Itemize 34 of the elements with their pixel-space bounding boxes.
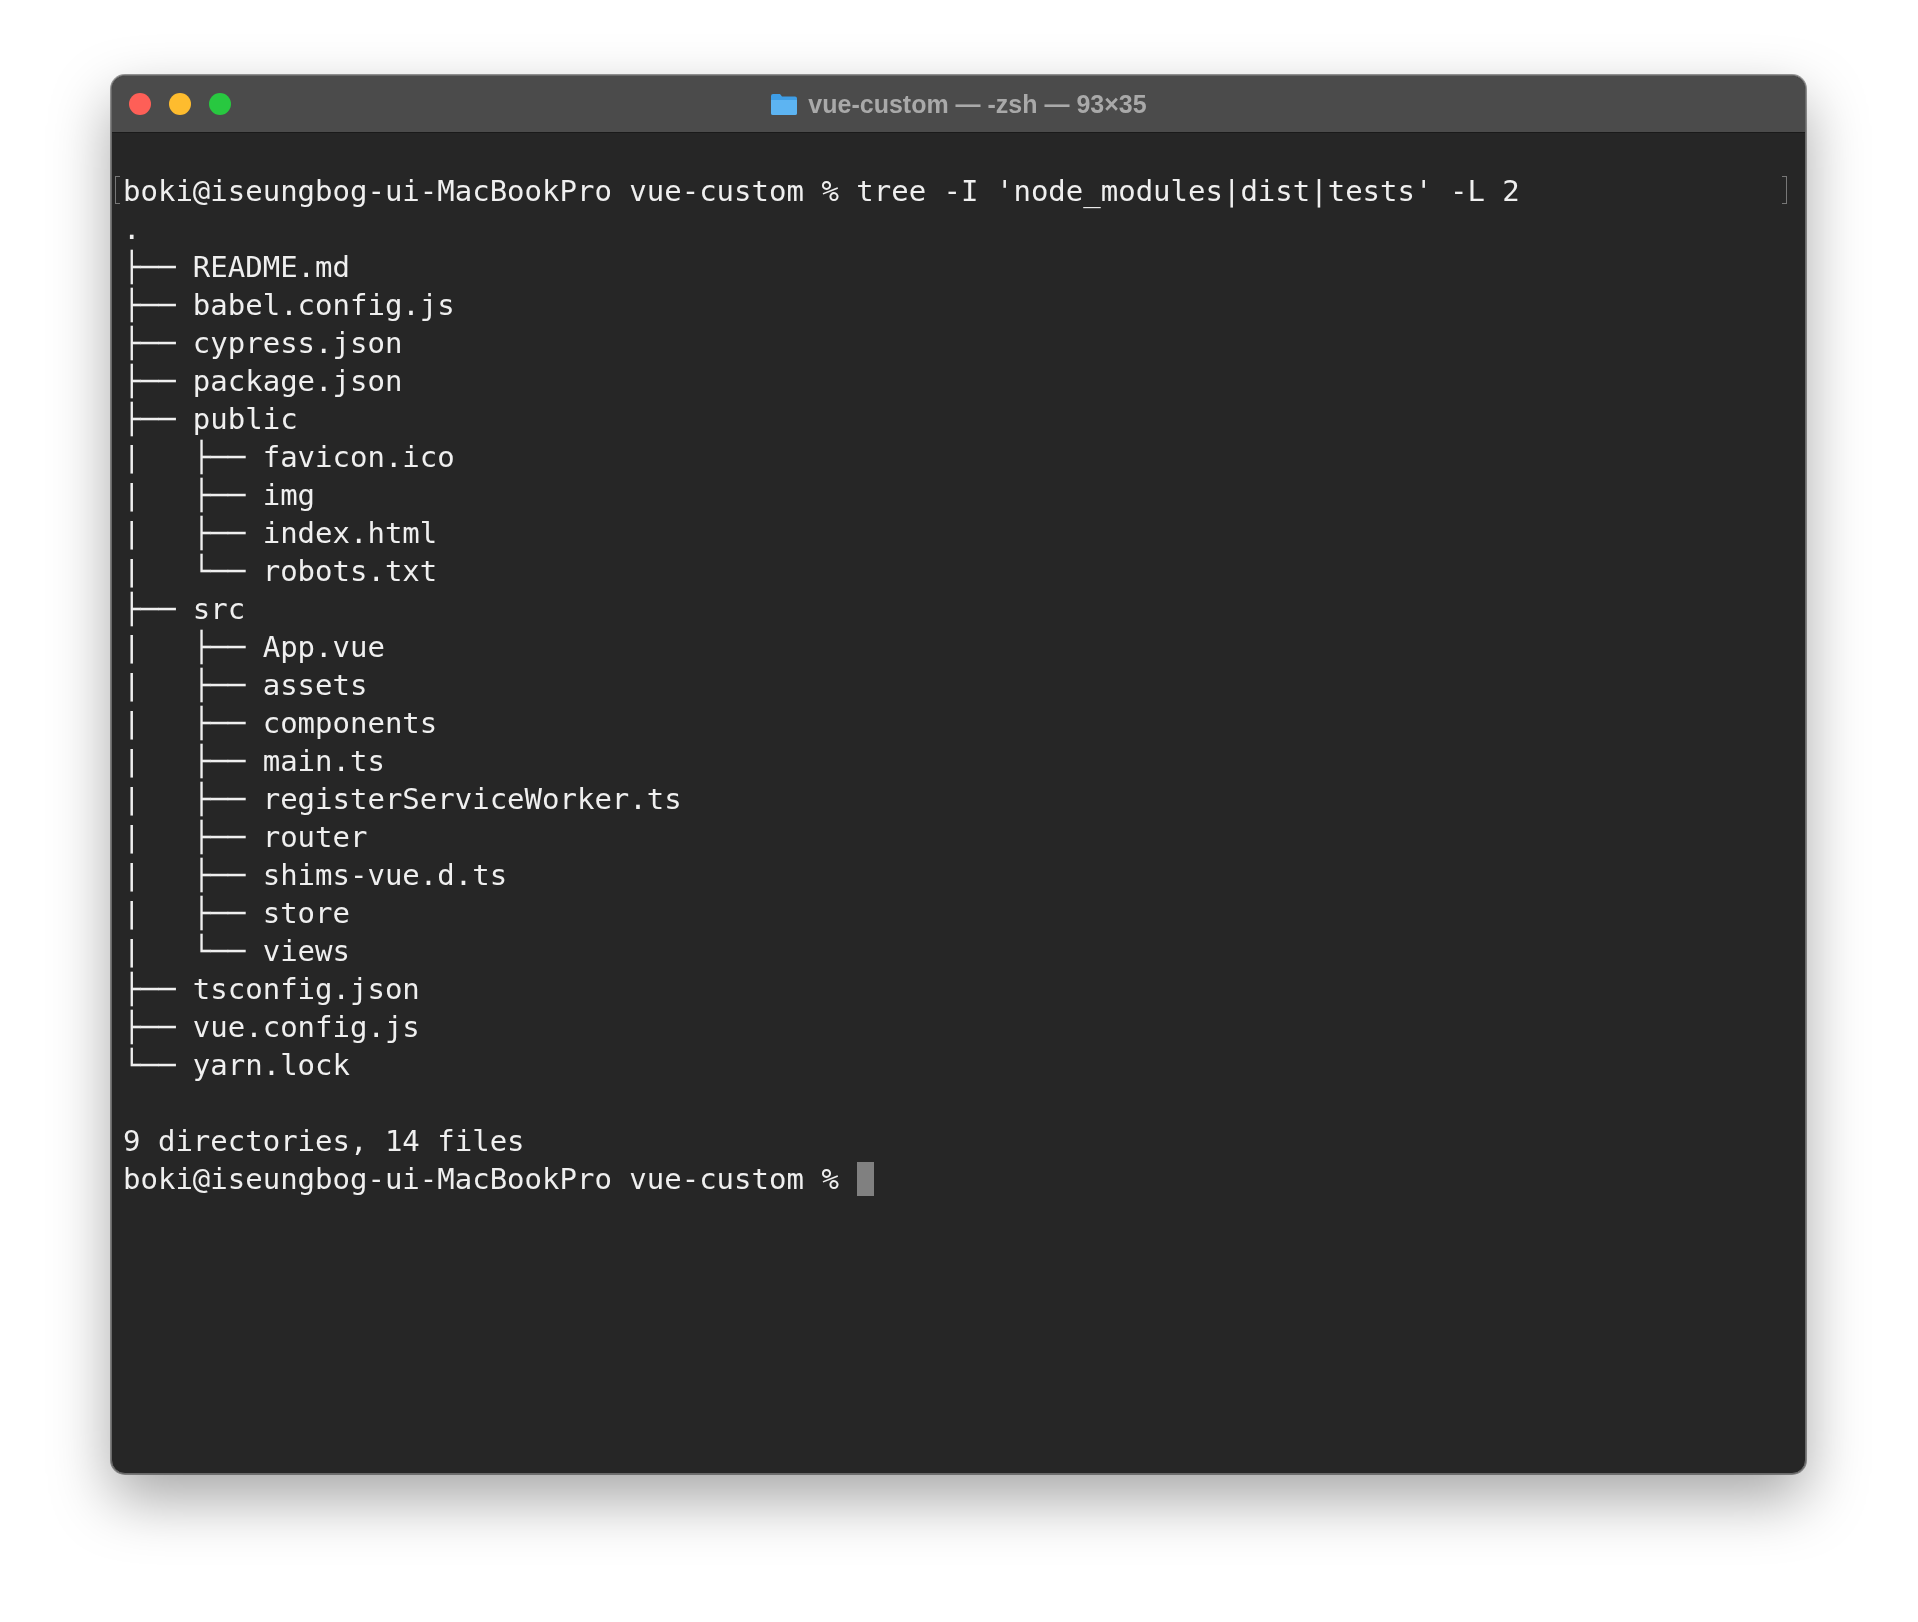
text-cursor [856,1162,874,1196]
output-line: | ├── components [123,704,438,742]
folder-icon [770,92,799,116]
prompt-mark [1782,176,1787,204]
output-line: | ├── assets [123,666,368,704]
output-line: | ├── shims-vue.d.ts [123,856,508,894]
output-line: | ├── main.ts [123,742,385,780]
close-button[interactable] [129,93,151,115]
output-line: | ├── img [123,476,316,514]
output-line: | ├── index.html [123,514,438,552]
output-line: ├── babel.config.js [123,286,455,324]
output-line: ├── package.json [123,362,403,400]
output-line: ├── README.md [123,248,350,286]
zoom-button[interactable] [209,93,231,115]
output-line: ├── vue.config.js [123,1008,420,1046]
window-title: vue-custom — -zsh — 93×35 [808,89,1147,119]
output-line: ├── cypress.json [123,324,403,362]
output-line: | ├── registerServiceWorker.ts [123,780,682,818]
output-line: └── yarn.lock [123,1046,350,1084]
prompt-mark [115,176,120,204]
command-line: boki@iseungbog-ui-MacBookPro vue-custom % tree -I 'node_modules|dist|tests' -L 2 [123,173,1520,210]
prompt-line: boki@iseungbog-ui-MacBookPro vue-custom % [123,1161,839,1198]
output-line: 9 directories, 14 files [123,1123,525,1160]
output-line: . [123,211,141,248]
output-line: ├── src [123,590,246,628]
output-line: | └── views [123,932,350,970]
output-line: | ├── router [123,818,368,856]
output-line: | └── robots.txt [123,552,438,590]
output-line: | ├── favicon.ico [123,438,455,476]
output-line: | ├── store [123,894,350,932]
output-line: | ├── App.vue [123,628,385,666]
output-line: ├── tsconfig.json [123,970,420,1008]
minimize-button[interactable] [169,93,191,115]
output-line: ├── public [123,400,298,438]
